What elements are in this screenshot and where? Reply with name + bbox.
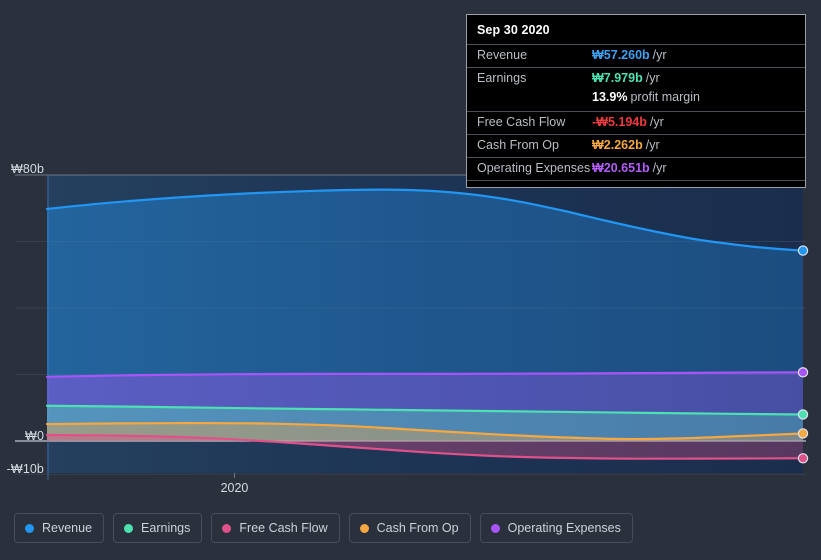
legend-color-dot-icon [490,523,500,533]
legend-color-dot-icon [25,523,34,533]
tooltip-row-suffix: /yr [652,161,667,175]
legend-color-dot-icon [222,523,232,533]
legend-item-label: Operating Expenses [507,521,621,535]
tooltip-row-suffix: /yr [649,115,664,129]
tooltip-row: Free Cash Flow -₩5.194b/yr [467,111,805,134]
tooltip-date: Sep 30 2020 [477,23,550,37]
tooltip-row-suffix: profit margin [630,90,700,104]
tooltip-row-value: ₩20.651b [592,161,650,175]
tooltip-row: Operating Expenses ₩20.651b/yr [467,157,805,180]
tooltip-row-suffix: /yr [652,48,667,62]
tooltip-row-suffix: /yr [645,71,660,85]
tooltip-row-value: ₩57.260b [592,48,650,62]
legend-color-dot-icon [359,523,369,533]
tooltip-rows: Revenue ₩57.260b/yr Earnings ₩7.979b/yr 13.9… [467,44,805,180]
legend-item-operating-expenses[interactable]: Operating Expenses [479,513,633,543]
tooltip-subrow: 13.9% profit margin [467,90,805,111]
tooltip-row-value: 13.9% [592,90,628,104]
tooltip-row-label: Earnings [477,71,527,85]
tooltip-row-label: Revenue [477,48,528,62]
tooltip-bottom-rule [467,180,805,187]
x-axis-label-2020: 2020 [220,481,249,495]
tooltip-row: Cash From Op ₩2.262b/yr [467,134,805,157]
financial-chart-widget: ₩80b ₩0 -₩10b 2020 Sep 30 2020 Revenue ₩5… [0,0,821,560]
tooltip-row-label: Operating Expenses [477,161,591,175]
tooltip-row-label: Cash From Op [477,138,559,152]
tooltip-row: Earnings ₩7.979b/yr [467,67,805,90]
y-axis-label-top: ₩80b [10,162,44,176]
legend-item-label: Cash From Op [376,521,459,535]
legend-item-label: Revenue [42,521,93,535]
y-axis-label-zero: ₩0 [25,429,44,443]
legend-item-free-cash-flow[interactable]: Free Cash Flow [211,513,340,543]
tooltip-row-value: ₩2.262b [592,138,643,152]
tooltip-row: Revenue ₩57.260b/yr [467,44,805,67]
legend-item-revenue[interactable]: Revenue [14,513,105,543]
tooltip-row-label: Free Cash Flow [477,115,566,129]
chart-legend: Revenue Earnings Free Cash Flow Cash From O… [14,513,633,543]
chart-tooltip: Sep 30 2020 Revenue ₩57.260b/yr Earnings ₩7… [466,14,806,188]
legend-item-earnings[interactable]: Earnings [113,513,203,543]
legend-item-cash-from-op[interactable]: Cash From Op [348,513,471,543]
legend-item-label: Free Cash Flow [239,521,328,535]
y-axis-label-bottom: -₩10b [6,462,44,477]
legend-color-dot-icon [124,523,134,533]
tooltip-row-value: ₩7.979b [592,71,643,85]
legend-item-label: Earnings [141,521,191,535]
tooltip-row-value: -₩5.194b [592,115,647,129]
tooltip-row-suffix: /yr [645,138,660,152]
